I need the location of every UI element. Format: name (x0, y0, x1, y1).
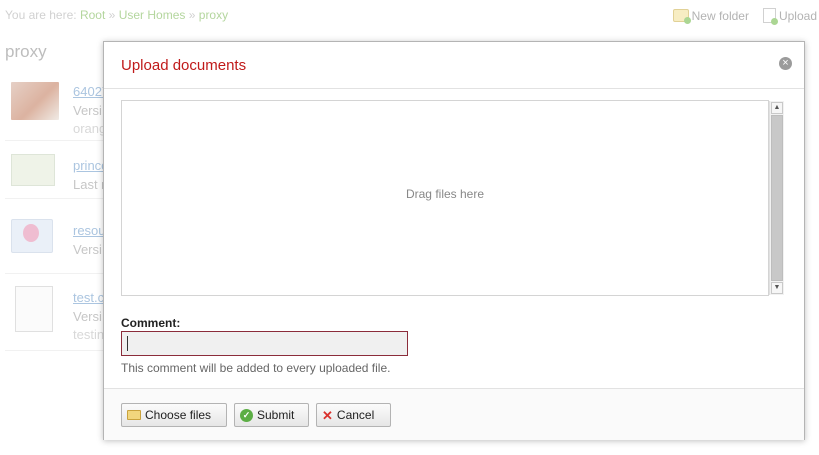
dialog-footer: Choose files ✓ Submit ✕ Cancel (104, 388, 804, 440)
file-dropzone[interactable]: Drag files here (121, 100, 769, 296)
choose-files-button[interactable]: Choose files (121, 403, 227, 427)
close-button[interactable]: × (779, 57, 792, 70)
comment-hint: This comment will be added to every uplo… (121, 361, 391, 375)
comment-label: Comment: (121, 316, 181, 330)
cancel-label: Cancel (336, 408, 375, 422)
submit-label: Submit (257, 408, 295, 422)
checkmark-icon: ✓ (240, 408, 253, 422)
upload-dialog: Upload documents × Drag files here ▲ ▼ C… (103, 41, 805, 440)
close-icon: × (782, 57, 789, 69)
submit-button[interactable]: ✓ Submit (234, 403, 309, 427)
dropzone-text: Drag files here (405, 187, 485, 201)
text-cursor (127, 336, 128, 351)
comment-input[interactable] (121, 331, 408, 356)
scroll-up-button[interactable]: ▲ (771, 102, 783, 114)
dialog-title: Upload documents (121, 57, 247, 74)
cancel-button[interactable]: ✕ Cancel (316, 403, 391, 427)
dropzone-scrollbar[interactable]: ▲ ▼ (769, 101, 784, 295)
cancel-icon: ✕ (322, 407, 333, 423)
folder-icon (127, 410, 141, 420)
scroll-down-button[interactable]: ▼ (771, 282, 783, 294)
scroll-thumb[interactable] (771, 115, 783, 281)
dialog-header: Upload documents × (104, 42, 804, 89)
choose-files-label: Choose files (145, 408, 212, 422)
